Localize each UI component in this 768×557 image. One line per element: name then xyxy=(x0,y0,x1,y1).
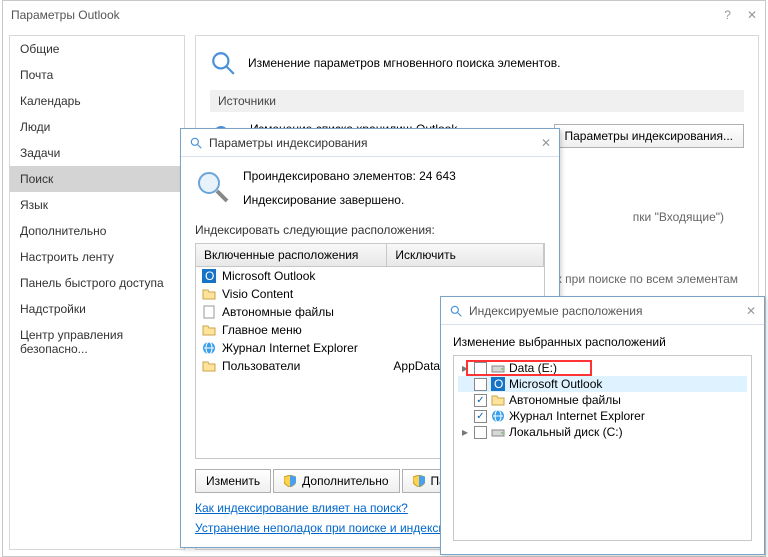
tree-item-label: Журнал Internet Explorer xyxy=(509,409,645,423)
locations-tree: ▸ Data (E:) O Microsoft Outlook Автономные ф… xyxy=(453,355,752,541)
checkbox[interactable] xyxy=(474,426,487,439)
sidebar-item-mail[interactable]: Почта xyxy=(10,62,184,88)
checkbox[interactable] xyxy=(474,394,487,407)
checkbox[interactable] xyxy=(474,378,487,391)
search-icon xyxy=(210,50,236,76)
close-icon[interactable]: ✕ xyxy=(747,1,757,29)
page-heading: Изменение параметров мгновенного поиска … xyxy=(248,56,560,70)
tree-item[interactable]: Автономные файлы xyxy=(458,392,747,408)
window-title: Индексируемые расположения xyxy=(469,297,642,325)
expand-icon[interactable]: ▸ xyxy=(460,361,470,375)
tree-item-label: Автономные файлы xyxy=(509,393,621,407)
indexed-locations-window: Индексируемые расположения ✕ Изменение в… xyxy=(440,296,765,555)
modify-button[interactable]: Изменить xyxy=(195,469,271,493)
sidebar-item-ribbon[interactable]: Настроить ленту xyxy=(10,244,184,270)
close-icon[interactable]: ✕ xyxy=(746,297,756,325)
col-excluded[interactable]: Исключить xyxy=(387,244,544,266)
section-sources: Источники xyxy=(210,90,744,112)
sidebar-item-quickaccess[interactable]: Панель быстрого доступа xyxy=(10,270,184,296)
tree-item-label: Локальный диск (C:) xyxy=(509,425,623,439)
advanced-button[interactable]: Дополнительно xyxy=(273,469,399,493)
app-icon xyxy=(449,304,463,318)
table-row[interactable]: OMicrosoft Outlook xyxy=(196,267,544,285)
indexed-count: Проиндексировано элементов: 24 643 xyxy=(243,169,456,183)
sidebar-item-people[interactable]: Люди xyxy=(10,114,184,140)
tree-item[interactable]: ▸ Локальный диск (C:) xyxy=(458,424,747,440)
sidebar-item-addins[interactable]: Надстройки xyxy=(10,296,184,322)
checkbox[interactable] xyxy=(474,362,487,375)
window-title: Параметры Outlook xyxy=(11,1,120,29)
sidebar: Общие Почта Календарь Люди Задачи Поиск … xyxy=(9,35,185,550)
tree-item[interactable]: Журнал Internet Explorer xyxy=(458,408,747,424)
titlebar: Параметры индексирования ✕ xyxy=(181,129,559,157)
change-locations-label: Изменение выбранных расположений xyxy=(453,335,752,349)
checkbox[interactable] xyxy=(474,410,487,423)
tree-item-label: Data (E:) xyxy=(509,361,557,375)
col-included[interactable]: Включенные расположения xyxy=(196,244,387,266)
sidebar-item-tasks[interactable]: Задачи xyxy=(10,140,184,166)
titlebar: Параметры Outlook ? ✕ xyxy=(3,1,765,29)
close-icon[interactable]: ✕ xyxy=(541,129,551,157)
tree-item[interactable]: O Microsoft Outlook xyxy=(458,376,747,392)
sidebar-item-general[interactable]: Общие xyxy=(10,36,184,62)
window-title: Параметры индексирования xyxy=(209,129,367,157)
shield-icon xyxy=(413,475,425,487)
indexing-status: Индексирование завершено. xyxy=(243,193,456,207)
sidebar-item-calendar[interactable]: Календарь xyxy=(10,88,184,114)
app-icon xyxy=(189,136,203,150)
shield-icon xyxy=(284,475,296,487)
tree-item-label: Microsoft Outlook xyxy=(509,377,602,391)
sidebar-item-advanced[interactable]: Дополнительно xyxy=(10,218,184,244)
svg-text:O: O xyxy=(205,269,214,283)
indexing-options-button[interactable]: Параметры индексирования... xyxy=(554,124,745,148)
expand-icon[interactable]: ▸ xyxy=(460,425,470,439)
index-icon xyxy=(195,169,231,205)
locations-label: Индексировать следующие расположения: xyxy=(195,223,545,237)
sidebar-item-trustcenter[interactable]: Центр управления безопасно... xyxy=(10,322,184,362)
help-icon[interactable]: ? xyxy=(724,1,731,29)
svg-text:O: O xyxy=(494,377,503,391)
sidebar-item-language[interactable]: Язык xyxy=(10,192,184,218)
tree-item[interactable]: ▸ Data (E:) xyxy=(458,360,747,376)
sidebar-item-search[interactable]: Поиск xyxy=(10,166,184,192)
titlebar: Индексируемые расположения ✕ xyxy=(441,297,764,325)
